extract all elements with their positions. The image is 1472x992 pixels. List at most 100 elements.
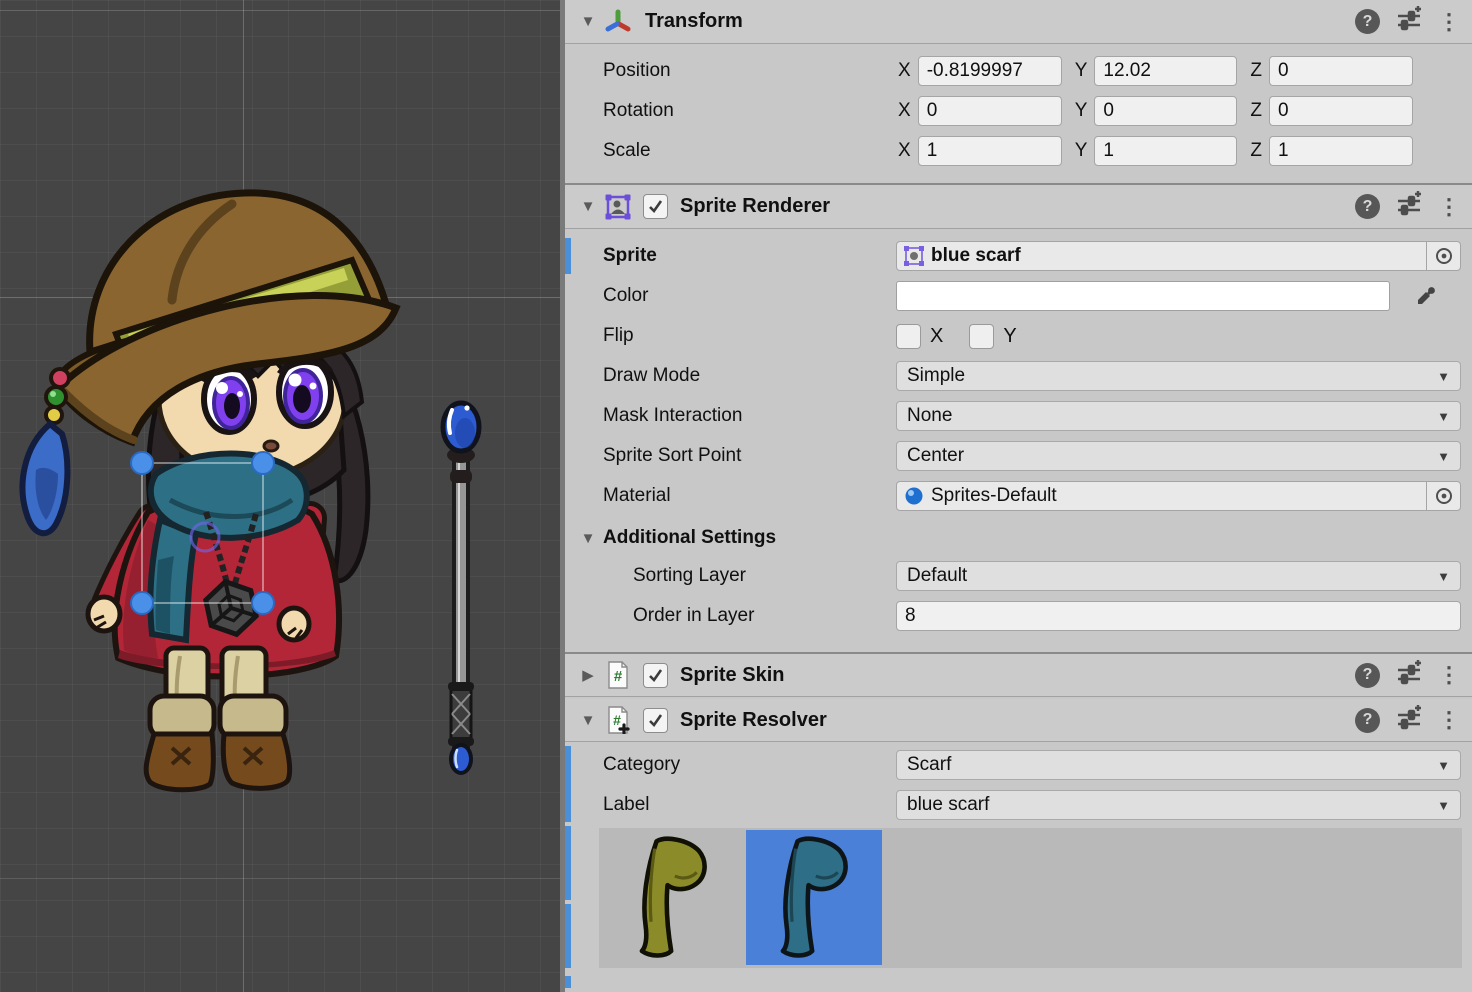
foldout-open-icon[interactable]: ▼: [577, 712, 599, 729]
more-menu-icon[interactable]: ⋮: [1438, 664, 1460, 686]
chevron-down-icon: ▼: [1437, 798, 1450, 813]
foldout-closed-icon[interactable]: ▶: [577, 666, 599, 684]
sorting-layer-row: Sorting Layer Default ▼: [565, 556, 1472, 596]
additional-settings-foldout[interactable]: ▼ Additional Settings: [565, 520, 1472, 556]
component-enabled-checkbox[interactable]: [643, 663, 668, 688]
component-title: Transform: [645, 10, 743, 33]
object-picker-icon[interactable]: [1426, 482, 1460, 510]
more-menu-icon[interactable]: ⋮: [1438, 196, 1460, 218]
dropdown-value: Simple: [907, 365, 965, 387]
help-icon[interactable]: ?: [1355, 194, 1380, 219]
order-in-layer-input[interactable]: [896, 601, 1461, 631]
axis-z-label: Z: [1250, 140, 1262, 162]
material-row: Material Sprites-Default: [565, 476, 1472, 516]
field-label[interactable]: Label: [565, 794, 896, 816]
help-icon[interactable]: ?: [1355, 663, 1380, 688]
chevron-down-icon: ▼: [1437, 449, 1450, 464]
axis-x-label: X: [898, 140, 911, 162]
sprite-thumbnail-blue-scarf[interactable]: [746, 830, 882, 965]
position-y-input[interactable]: [1094, 56, 1237, 86]
field-label[interactable]: Sorting Layer: [565, 565, 896, 587]
category-row: Category Scarf ▼: [565, 745, 1472, 785]
staff-sprite[interactable]: [443, 403, 479, 773]
component-enabled-checkbox[interactable]: [643, 194, 668, 219]
dropdown-value: blue scarf: [907, 794, 989, 816]
sprite-renderer-header[interactable]: ▼ Sprite Renderer ?: [565, 185, 1472, 229]
sprite-skin-header[interactable]: ▶ # Sprite Skin ?: [565, 654, 1472, 697]
chevron-down-icon: ▼: [1437, 369, 1450, 384]
chevron-down-icon: ▼: [1437, 758, 1450, 773]
component-title: Sprite Renderer: [680, 195, 830, 218]
mask-interaction-dropdown[interactable]: None ▼: [896, 401, 1461, 431]
sprite-row: Sprite blue scarf: [565, 236, 1472, 276]
presets-icon[interactable]: [1396, 705, 1422, 736]
handle-bottom-left: [131, 592, 153, 614]
svg-text:#: #: [613, 712, 621, 728]
position-row: Position X Y Z: [565, 51, 1472, 91]
object-picker-icon[interactable]: [1426, 242, 1460, 270]
scale-z-input[interactable]: [1269, 136, 1413, 166]
sorting-layer-dropdown[interactable]: Default ▼: [896, 561, 1461, 591]
material-asset-icon: [903, 485, 925, 507]
field-label[interactable]: Material: [565, 485, 896, 507]
presets-icon[interactable]: [1396, 660, 1422, 691]
rotation-y-input[interactable]: [1094, 96, 1237, 126]
field-label[interactable]: Category: [565, 754, 896, 776]
flip-x-label: X: [930, 325, 943, 348]
flip-y-checkbox[interactable]: [969, 324, 994, 349]
scale-y-input[interactable]: [1094, 136, 1237, 166]
rotation-z-input[interactable]: [1269, 96, 1413, 126]
field-label[interactable]: Order in Layer: [565, 605, 896, 627]
position-z-input[interactable]: [1269, 56, 1413, 86]
help-icon[interactable]: ?: [1355, 9, 1380, 34]
field-label[interactable]: Sprite: [565, 245, 896, 267]
help-icon[interactable]: ?: [1355, 708, 1380, 733]
flip-x-checkbox[interactable]: [896, 324, 921, 349]
component-title: Sprite Resolver: [680, 709, 827, 732]
field-label[interactable]: Flip: [565, 325, 896, 347]
axis-x-label: X: [898, 60, 911, 82]
scale-x-input[interactable]: [918, 136, 1062, 166]
character-sprite[interactable]: [23, 193, 396, 790]
field-label[interactable]: Position: [565, 60, 896, 82]
field-label[interactable]: Color: [565, 285, 896, 307]
axis-z-label: Z: [1250, 60, 1262, 82]
field-label[interactable]: Rotation: [565, 100, 896, 122]
sprite-sort-point-dropdown[interactable]: Center ▼: [896, 441, 1461, 471]
chevron-down-icon: ▼: [1437, 569, 1450, 584]
scene-view[interactable]: [0, 0, 560, 992]
rotation-row: Rotation X Y Z: [565, 91, 1472, 131]
category-dropdown[interactable]: Scarf ▼: [896, 750, 1461, 780]
component-enabled-checkbox[interactable]: [643, 708, 668, 733]
field-label[interactable]: Scale: [565, 140, 896, 162]
material-object-field[interactable]: Sprites-Default: [896, 481, 1461, 511]
rotation-x-input[interactable]: [918, 96, 1062, 126]
color-swatch[interactable]: [896, 281, 1390, 311]
flip-row: Flip X Y: [565, 316, 1472, 356]
label-dropdown[interactable]: blue scarf ▼: [896, 790, 1461, 820]
more-menu-icon[interactable]: ⋮: [1438, 11, 1460, 33]
dropdown-value: Scarf: [907, 754, 951, 776]
foldout-open-icon[interactable]: ▼: [577, 13, 599, 30]
presets-icon[interactable]: [1396, 6, 1422, 37]
sprite-thumbnail-green-scarf[interactable]: [611, 831, 735, 965]
sprite-resolver-header[interactable]: ▼ # Sprite Resolver ?: [565, 699, 1472, 742]
transform-header[interactable]: ▼ Transform ? ⋮: [565, 0, 1472, 44]
field-label[interactable]: Mask Interaction: [565, 405, 896, 427]
more-menu-icon[interactable]: ⋮: [1438, 709, 1460, 731]
order-in-layer-row: Order in Layer: [565, 596, 1472, 636]
field-label[interactable]: Sprite Sort Point: [565, 445, 896, 467]
color-row: Color: [565, 276, 1472, 316]
sprite-renderer-icon: [603, 192, 633, 222]
position-x-input[interactable]: [918, 56, 1062, 86]
draw-mode-dropdown[interactable]: Simple ▼: [896, 361, 1461, 391]
foldout-open-icon[interactable]: ▼: [577, 198, 599, 215]
sprite-variant-strip: [599, 828, 1462, 968]
sprite-object-field[interactable]: blue scarf: [896, 241, 1461, 271]
field-label[interactable]: Draw Mode: [565, 365, 896, 387]
transform-icon: [603, 7, 633, 37]
presets-icon[interactable]: [1396, 191, 1422, 222]
axis-x-label: X: [898, 100, 911, 122]
eyedropper-icon[interactable]: [1390, 281, 1461, 311]
foldout-open-icon[interactable]: ▼: [577, 530, 599, 547]
